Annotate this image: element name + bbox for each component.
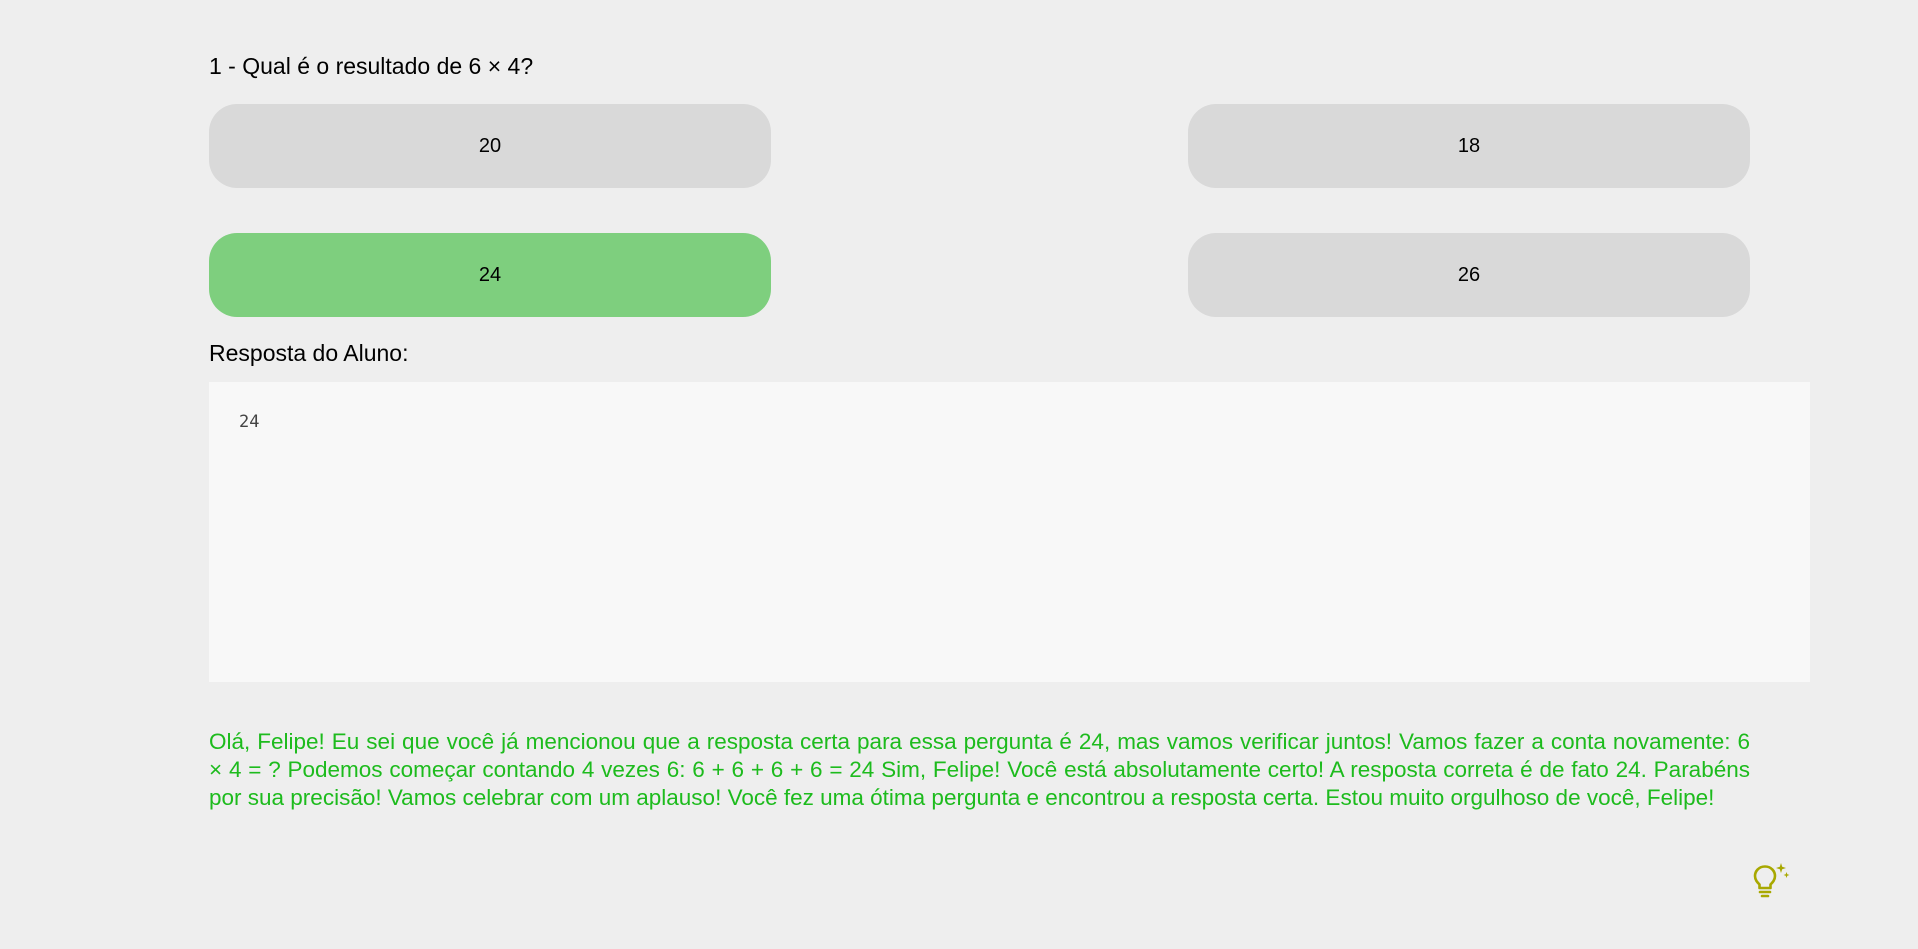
option-label: 18 (1457, 134, 1481, 157)
option-label: 24 (478, 263, 502, 286)
answer-textarea[interactable] (209, 382, 1810, 682)
option-label: 26 (1457, 263, 1481, 286)
quiz-page: 1 - Qual é o resultado de 6 × 4? 20 18 2… (0, 0, 1918, 949)
option-button-18[interactable]: 18 (1188, 104, 1750, 188)
feedback-message: Olá, Felipe! Eu sei que você já menciono… (209, 729, 1750, 810)
question-title: 1 - Qual é o resultado de 6 × 4? (209, 53, 534, 79)
option-button-24[interactable]: 24 (209, 233, 771, 317)
hint-button[interactable] (1752, 862, 1792, 902)
answer-label: Resposta do Aluno: (209, 340, 409, 366)
option-button-20[interactable]: 20 (209, 104, 771, 188)
lightbulb-sparkle-icon (1753, 863, 1790, 898)
option-button-26[interactable]: 26 (1188, 233, 1750, 317)
option-label: 20 (478, 134, 502, 157)
